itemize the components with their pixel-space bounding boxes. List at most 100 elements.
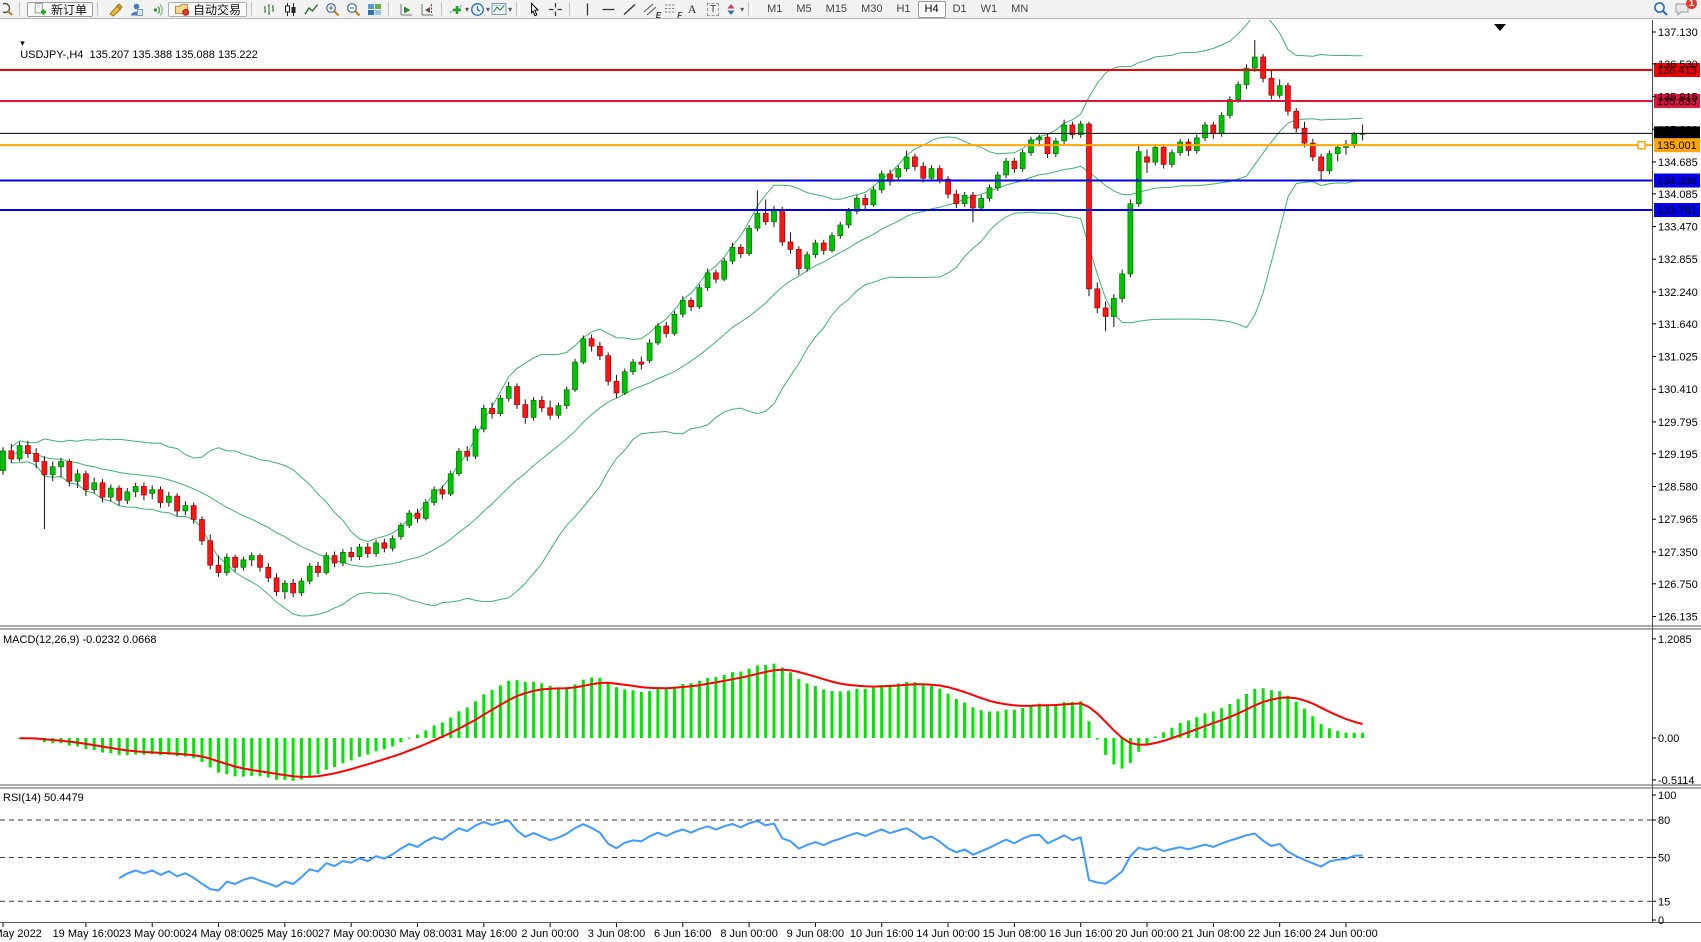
x-tick-label: 30 May 08:00 <box>384 928 451 940</box>
macd-bar <box>1154 736 1157 738</box>
macd-bar <box>590 678 593 738</box>
chart-shift-button[interactable] <box>417 1 437 18</box>
templates-button[interactable]: ▾ <box>491 1 512 18</box>
candle-up <box>1219 116 1224 134</box>
macd-bar <box>938 689 941 738</box>
macd-bar <box>996 711 999 738</box>
candle-up <box>448 474 453 494</box>
candle-down <box>639 362 644 364</box>
timeframe-button-M15[interactable]: M15 <box>819 1 854 18</box>
candle-down <box>821 243 826 250</box>
new-order-button[interactable]: 新订单 <box>27 2 93 17</box>
timeframe-toolbar: M1M5M15M30H1H4D1W1MN <box>760 1 1035 18</box>
timeframe-button-D1[interactable]: D1 <box>946 1 974 18</box>
candle-up <box>1335 147 1340 153</box>
candle-down <box>515 387 520 405</box>
candle-down <box>796 249 801 268</box>
chart-menu-arrow-icon[interactable]: ▾ <box>20 38 25 48</box>
candle-down <box>763 213 768 222</box>
chart-window-icon[interactable] <box>3 1 15 18</box>
candlestick-chart-button[interactable] <box>280 1 300 18</box>
candle-up <box>150 490 155 494</box>
autotrading-button[interactable]: 自动交易 <box>168 2 247 17</box>
timeframe-button-W1[interactable]: W1 <box>974 1 1005 18</box>
macd-bar <box>623 689 626 738</box>
candle-up <box>805 255 810 269</box>
candle-up <box>50 467 55 475</box>
macd-indicator <box>18 664 1364 781</box>
trendline-button[interactable] <box>619 1 639 18</box>
macd-bar <box>1361 733 1364 738</box>
y-tick-label: 130.410 <box>1658 384 1698 396</box>
macd-bar <box>317 738 320 774</box>
candle-up <box>1029 140 1034 153</box>
vertical-line-button[interactable] <box>577 1 597 18</box>
notifications-chat-icon[interactable]: 1 <box>1672 1 1692 18</box>
symbol-ohlc-text: USDJPY-,H4 135.207 135.388 135.088 135.2… <box>20 49 258 61</box>
tile-windows-button[interactable] <box>364 1 384 18</box>
macd-bar <box>1353 733 1356 738</box>
horizontal-price-lines[interactable]: 136.415135.833135.222135.001134.336133.7… <box>0 63 1700 217</box>
candle-up <box>1277 86 1282 96</box>
macd-bar <box>109 738 112 753</box>
candle-up <box>1128 204 1133 274</box>
macd-bar <box>781 668 784 739</box>
macd-bar <box>308 738 311 776</box>
candle-down <box>548 408 553 415</box>
candle-down <box>1161 147 1166 164</box>
candle-down <box>274 578 279 592</box>
timeframe-button-M1[interactable]: M1 <box>760 1 789 18</box>
cursor-button[interactable] <box>524 1 544 18</box>
zoom-out-button[interactable] <box>343 1 363 18</box>
bar-chart-button[interactable] <box>259 1 279 18</box>
time-axis[interactable]: 18 May 202219 May 16:0023 May 00:0024 Ma… <box>0 923 1378 940</box>
macd-bar <box>756 666 759 739</box>
timeframe-button-H4[interactable]: H4 <box>918 1 946 18</box>
candle-up <box>929 169 934 179</box>
auto-scroll-button[interactable] <box>396 1 416 18</box>
macd-bar <box>1195 717 1198 738</box>
chart-canvas[interactable]: 136.415135.833135.222135.001134.336133.7… <box>0 0 1701 942</box>
rsi-tick-label: 80 <box>1658 815 1670 827</box>
candle-up <box>432 490 437 503</box>
text-label-button[interactable]: T <box>703 1 723 18</box>
text-tool-button[interactable]: A <box>682 1 702 18</box>
search-icon[interactable] <box>1651 1 1671 18</box>
macd-bar <box>582 680 585 738</box>
macd-bar <box>656 689 659 738</box>
arrows-button[interactable]: ▾ <box>724 1 744 18</box>
horizontal-line-button[interactable] <box>598 1 618 18</box>
candle-up <box>1153 147 1158 162</box>
candle-down <box>1302 128 1307 143</box>
indicators-button[interactable]: ▾ <box>449 1 469 18</box>
community-user-icon[interactable] <box>126 1 146 18</box>
fibonacci-button[interactable]: F <box>661 1 681 18</box>
metaeditor-icon[interactable] <box>105 1 125 18</box>
signals-icon[interactable] <box>147 1 167 18</box>
crosshair-button[interactable] <box>545 1 565 18</box>
candle-up <box>1236 85 1241 100</box>
candle-up <box>631 362 636 372</box>
rsi-tick-label: 15 <box>1658 896 1670 908</box>
timeframe-button-H1[interactable]: H1 <box>889 1 917 18</box>
x-tick-label: 18 May 2022 <box>0 928 42 940</box>
periods-button[interactable]: ▾ <box>470 1 490 18</box>
y-tick-label: 129.795 <box>1658 417 1698 429</box>
candle-down <box>937 169 942 180</box>
candle-up <box>556 406 561 416</box>
macd-bar <box>1311 716 1314 738</box>
timeframe-button-MN[interactable]: MN <box>1004 1 1035 18</box>
equidistant-channel-button[interactable]: E <box>640 1 660 18</box>
candle-down <box>1211 125 1216 134</box>
candle-down <box>100 483 105 497</box>
candle-down <box>539 400 544 407</box>
macd-bar <box>209 738 212 768</box>
macd-bar <box>963 703 966 739</box>
zoom-in-button[interactable] <box>322 1 342 18</box>
line-chart-button[interactable] <box>301 1 321 18</box>
macd-bar <box>905 682 908 738</box>
y-tick-label: 131.640 <box>1658 319 1698 331</box>
macd-bar <box>491 690 494 738</box>
timeframe-button-M30[interactable]: M30 <box>854 1 889 18</box>
timeframe-button-M5[interactable]: M5 <box>789 1 818 18</box>
